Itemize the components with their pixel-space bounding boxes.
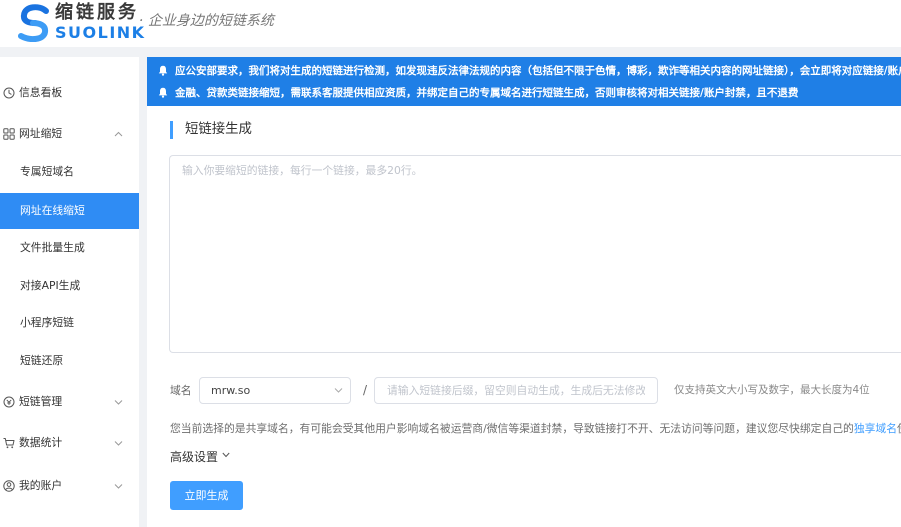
sidebar-subitem-label: 文件批量生成	[20, 241, 85, 254]
sidebar-subitem-label: 网址在线缩短	[20, 204, 85, 217]
coin-icon	[3, 396, 15, 408]
sidebar-item-label: 网址缩短	[19, 127, 63, 140]
advanced-settings-toggle[interactable]: 高级设置	[170, 449, 230, 465]
grid-icon	[3, 128, 15, 140]
chevron-down-icon	[114, 441, 123, 446]
bell-icon	[158, 87, 168, 98]
sidebar-subitem-label: 小程序短链	[20, 316, 74, 329]
sidebar-item-label: 信息看板	[19, 86, 63, 99]
sidebar-item-link-manage[interactable]: 短链管理	[0, 384, 139, 420]
chevron-down-icon	[114, 400, 123, 405]
section-title: 短链接生成	[185, 122, 252, 137]
sidebar-item-url-shorten[interactable]: 网址缩短	[0, 116, 139, 152]
cart-icon	[3, 438, 15, 449]
chevron-down-icon	[334, 388, 343, 393]
sidebar-item-label: 短链管理	[19, 395, 63, 408]
advanced-settings-label: 高级设置	[170, 450, 219, 464]
sidebar: 信息看板 网址缩短 专属短域名 网址在线缩短 文件批量生成 对接API生成 小程…	[0, 57, 139, 527]
sidebar-item-statistics[interactable]: 数据统计	[0, 425, 139, 461]
notice-banner: 应公安部要求，我们将对生成的短链进行检测，如发现违反法律法规的内容（包括但不限于…	[147, 57, 901, 106]
sidebar-subitem-api[interactable]: 对接API生成	[0, 268, 139, 304]
user-icon	[3, 480, 15, 492]
urls-textarea[interactable]	[169, 155, 901, 353]
suolink-logo-icon	[18, 4, 49, 42]
sidebar-subitem-label: 短链还原	[20, 354, 64, 367]
sidebar-subitem-batch-file[interactable]: 文件批量生成	[0, 230, 139, 266]
chevron-down-icon	[114, 484, 123, 489]
sidebar-item-label: 我的账户	[19, 479, 63, 492]
sidebar-subitem-miniprogram-link[interactable]: 小程序短链	[0, 305, 139, 341]
sidebar-subitem-exclusive-domain[interactable]: 专属短域名	[0, 154, 139, 190]
path-separator: /	[363, 383, 368, 397]
exclusive-domain-link[interactable]: 独享域名	[854, 422, 897, 435]
warning-text: 您当前选择的是共享域名，有可能会受其他用户影响域名被运营商/微信等渠道封禁，导致…	[170, 422, 854, 435]
suffix-hint: 仅支持英文大小写及数字，最大长度为4位	[674, 384, 870, 396]
brand-name-cn: 缩链服务	[55, 2, 139, 23]
sidebar-subitem-online-shorten[interactable]: 网址在线缩短	[0, 193, 139, 229]
sidebar-item-dashboard[interactable]: 信息看板	[0, 75, 139, 111]
warning-suffix: 使用	[897, 422, 901, 435]
sidebar-item-account[interactable]: 我的账户	[0, 468, 139, 504]
notice-text: 应公安部要求，我们将对生成的短链进行检测，如发现违反法律法规的内容（包括但不限于…	[175, 65, 901, 77]
bell-icon	[158, 65, 168, 76]
sidebar-subitem-label: 专属短域名	[20, 165, 74, 178]
domain-select[interactable]: mrw.so	[199, 377, 351, 404]
sidebar-item-label: 数据统计	[19, 436, 63, 449]
section-title-accent	[170, 121, 173, 139]
domain-label: 域名	[170, 384, 192, 397]
chevron-down-icon	[222, 452, 230, 458]
brand-slogan: · 企业身边的短链系统	[139, 13, 274, 29]
generate-button[interactable]: 立即生成	[170, 481, 243, 510]
suffix-input[interactable]	[374, 377, 658, 404]
chevron-up-icon	[114, 131, 123, 137]
brand-name-en: SUOLINK	[55, 23, 146, 42]
sidebar-subitem-label: 对接API生成	[20, 279, 81, 292]
notice-text: 金融、贷款类链接缩短，需联系客服提供相应资质，并绑定自己的专属域名进行短链生成，…	[175, 87, 799, 99]
main-content: 应公安部要求，我们将对生成的短链进行检测，如发现违反法律法规的内容（包括但不限于…	[147, 57, 901, 527]
shared-domain-warning: 您当前选择的是共享域名，有可能会受其他用户影响域名被运营商/微信等渠道封禁，导致…	[170, 421, 901, 437]
sidebar-subitem-link-restore[interactable]: 短链还原	[0, 343, 139, 379]
top-header: 缩链服务 SUOLINK · 企业身边的短链系统	[0, 0, 901, 47]
domain-select-value: mrw.so	[211, 384, 251, 397]
gauge-icon	[3, 87, 15, 99]
